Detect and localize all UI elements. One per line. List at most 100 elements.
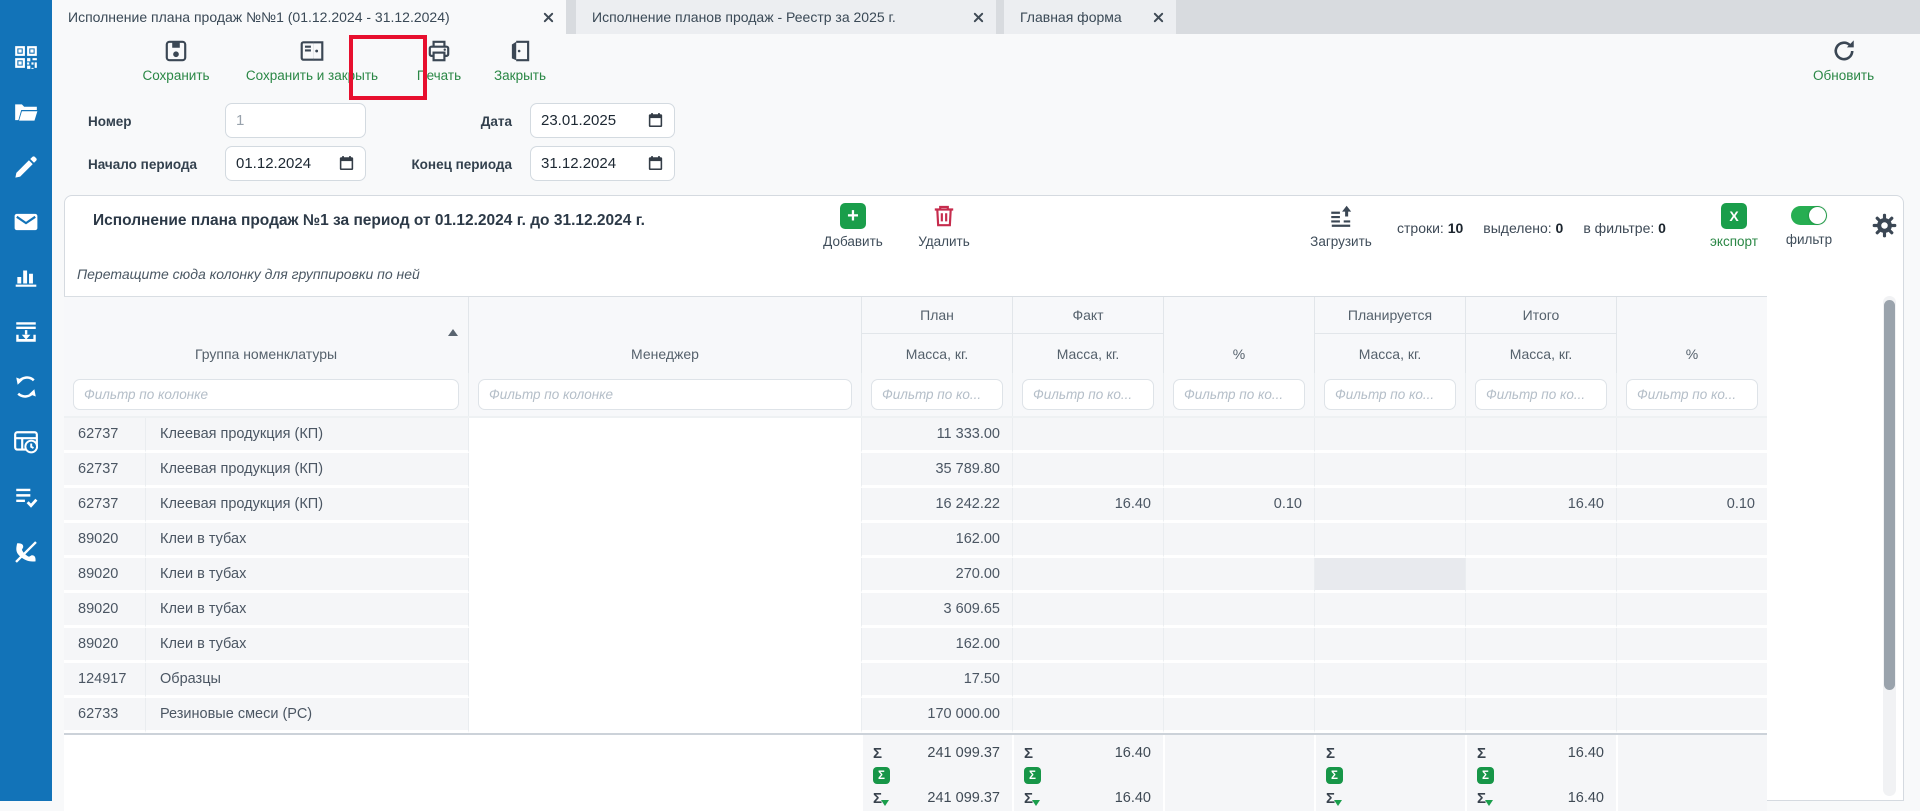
column-group-plan[interactable]: План [861,297,1012,334]
column-header-group[interactable]: Группа номенклатуры [64,297,468,373]
cell-code[interactable]: 124917 [64,663,145,698]
tab-close-icon[interactable] [1153,12,1164,23]
export-button[interactable]: X экспорт [1694,203,1774,249]
cell-fact[interactable]: 16.40 [1012,488,1163,523]
cell-pct[interactable] [1163,523,1314,558]
cell-total[interactable] [1465,453,1616,488]
cell-group[interactable]: Клеи в тубах [145,523,468,558]
cell-planned[interactable] [1314,488,1465,523]
save-button[interactable]: Сохранить [116,38,236,83]
period-end-input[interactable]: 31.12.2024 [530,146,675,181]
sigma-badge-icon[interactable]: Σ [873,767,890,784]
table-row[interactable]: 62737Клеевая продукция (КП) 11 333.00 [64,418,1767,453]
cell-code[interactable]: 89020 [64,558,145,593]
cell-pct[interactable] [1163,628,1314,663]
add-row-button[interactable]: + Добавить [803,203,903,249]
close-button[interactable]: Закрыть [476,38,564,83]
cell-total_pct[interactable] [1616,593,1767,628]
cell-manager[interactable] [468,698,861,733]
cell-group[interactable]: Клеевая продукция (КП) [145,453,468,488]
gear-icon[interactable] [1871,212,1898,239]
filter-input-fact[interactable] [1022,379,1154,410]
save-close-button[interactable]: Сохранить и закрыть [236,38,388,83]
cell-fact[interactable] [1012,523,1163,558]
cell-code[interactable]: 62737 [64,453,145,488]
cell-planned[interactable] [1314,453,1465,488]
column-header-planned[interactable]: Масса, кг. [1314,334,1465,373]
task-list-icon[interactable] [13,484,39,510]
cell-pct[interactable]: 0.10 [1163,488,1314,523]
cell-plan[interactable]: 16 242.22 [861,488,1012,523]
cell-fact[interactable] [1012,593,1163,628]
cell-group[interactable]: Клеевая продукция (КП) [145,418,468,453]
cell-manager[interactable] [468,628,861,663]
cell-code[interactable]: 89020 [64,593,145,628]
cell-total[interactable] [1465,523,1616,558]
column-header-total_pct[interactable]: % [1616,297,1767,373]
cell-fact[interactable] [1012,453,1163,488]
cell-group[interactable]: Клеевая продукция (КП) [145,488,468,523]
cell-manager[interactable] [468,523,861,558]
cell-pct[interactable] [1163,453,1314,488]
cell-plan[interactable]: 11 333.00 [861,418,1012,453]
sync-icon[interactable] [13,374,39,400]
filter-input-group[interactable] [73,379,459,410]
filter-input-total_pct[interactable] [1626,379,1758,410]
cell-fact[interactable] [1012,628,1163,663]
cell-group[interactable]: Клеи в тубах [145,558,468,593]
cell-pct[interactable] [1163,558,1314,593]
sigma-badge-icon[interactable]: Σ [1477,767,1494,784]
table-row[interactable]: 89020Клеи в тубах 3 609.65 [64,593,1767,628]
cell-code[interactable]: 62737 [64,418,145,453]
tab-3[interactable]: Главная форма [1004,0,1176,34]
cell-fact[interactable] [1012,558,1163,593]
period-start-input[interactable]: 01.12.2024 [225,146,366,181]
cell-group[interactable]: Клеи в тубах [145,593,468,628]
cell-pct[interactable] [1163,418,1314,453]
table-row[interactable]: 62737Клеевая продукция (КП) 35 789.80 [64,453,1767,488]
cell-planned[interactable] [1314,663,1465,698]
cell-total[interactable] [1465,418,1616,453]
filter-input-total[interactable] [1475,379,1607,410]
cell-planned[interactable] [1314,698,1465,733]
folder-icon[interactable] [13,99,39,125]
tab-close-icon[interactable] [973,12,984,23]
table-row[interactable]: 124917Образцы17.50 [64,663,1767,698]
qr-code-icon[interactable] [13,44,39,70]
pencil-icon[interactable] [13,154,39,180]
cell-plan[interactable]: 17.50 [861,663,1012,698]
tab-close-icon[interactable] [543,12,554,23]
cell-total[interactable] [1465,558,1616,593]
print-button[interactable]: Печать [402,38,476,83]
cell-group[interactable]: Клеи в тубах [145,628,468,663]
calendar-icon[interactable] [338,155,355,172]
load-button[interactable]: Загрузить [1291,203,1391,249]
cell-plan[interactable]: 3 609.65 [861,593,1012,628]
scrollbar-thumb[interactable] [1884,300,1895,690]
date-input[interactable]: 23.01.2025 [530,103,675,138]
cell-manager[interactable] [468,663,861,698]
cell-manager[interactable] [468,593,861,628]
cell-total[interactable] [1465,593,1616,628]
delete-row-button[interactable]: Удалить [894,203,994,249]
cell-plan[interactable]: 35 789.80 [861,453,1012,488]
cell-total_pct[interactable] [1616,663,1767,698]
cell-code[interactable]: 89020 [64,523,145,558]
cell-planned[interactable] [1314,593,1465,628]
column-group-total[interactable]: Итого [1465,297,1616,334]
filter-input-manager[interactable] [478,379,852,410]
cell-code[interactable]: 62733 [64,698,145,733]
sigma-badge-icon[interactable]: Σ [1024,767,1041,784]
calendar-icon[interactable] [647,112,664,129]
table-row[interactable]: 89020Клеи в тубах162.00 [64,523,1767,558]
tab-1[interactable]: Исполнение плана продаж №№1 (01.12.2024 … [52,0,566,34]
column-header-pct[interactable]: % [1163,297,1314,373]
cell-fact[interactable] [1012,663,1163,698]
schedule-table-icon[interactable] [13,429,39,455]
column-header-fact[interactable]: Масса, кг. [1012,334,1163,373]
column-header-plan[interactable]: Масса, кг. [861,334,1012,373]
column-group-fact[interactable]: Факт [1012,297,1163,334]
cell-total[interactable]: 16.40 [1465,488,1616,523]
cell-manager[interactable] [468,558,861,593]
cell-planned[interactable] [1314,628,1465,663]
